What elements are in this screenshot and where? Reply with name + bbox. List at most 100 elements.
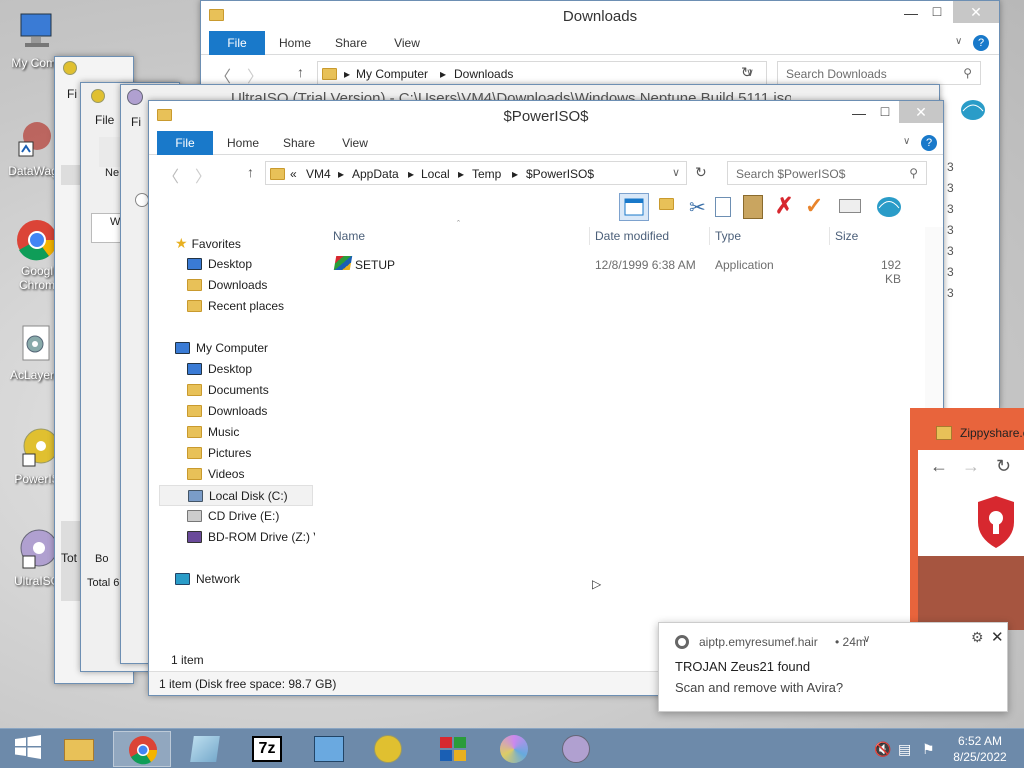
nav-bd-drive[interactable]: BD-ROM Drive (Z:) V — [187, 527, 315, 548]
folder-options-icon[interactable] — [659, 197, 680, 211]
chevron-down-icon[interactable]: ∨ — [863, 634, 870, 645]
chevron-down-icon[interactable]: ∨ — [955, 36, 962, 47]
delete-icon[interactable]: ✗ — [775, 193, 793, 219]
menu-file[interactable]: Fi — [131, 115, 141, 129]
nav-cd-drive[interactable]: CD Drive (E:) — [187, 506, 279, 527]
column-header-name[interactable]: Name — [333, 229, 365, 243]
shell-icon[interactable] — [875, 193, 905, 224]
search-input[interactable]: Search $PowerISO$ ⚲ — [727, 161, 927, 185]
tab-home[interactable]: Home — [223, 131, 263, 155]
address-bar[interactable]: ▸ My Computer ▸ Downloads ∨ — [317, 61, 767, 85]
back-arrow-icon[interactable]: ← — [930, 456, 948, 477]
taskbar-ultraiso[interactable] — [548, 731, 606, 767]
taskbar-windows-app[interactable] — [424, 731, 482, 767]
back-arrow-icon[interactable]: 〈 — [163, 163, 179, 187]
tab-share[interactable]: Share — [331, 31, 371, 55]
address-bar[interactable]: « VM4 ▸ AppData ▸ Local ▸ Temp ▸ $PowerI… — [265, 161, 687, 185]
browser-window[interactable]: Zippyshare.c ← → ↻ — [910, 408, 1024, 630]
breadcrumb-item[interactable]: Local — [421, 167, 450, 181]
up-arrow-icon[interactable]: ↑ — [297, 64, 304, 80]
nav-fav-recent[interactable]: Recent places — [187, 296, 284, 317]
breadcrumb-item[interactable]: Downloads — [454, 67, 513, 81]
forward-arrow-icon[interactable]: 〉 — [195, 163, 211, 187]
taskbar-chrome[interactable] — [113, 731, 171, 767]
menu-file[interactable]: Fi — [67, 87, 77, 101]
nav-favorites[interactable]: ★ Favorites — [175, 233, 241, 254]
nav-videos[interactable]: Videos — [187, 464, 244, 485]
breadcrumb-item[interactable]: VM4 — [306, 167, 331, 181]
properties-icon[interactable] — [839, 199, 861, 213]
nav-my-computer[interactable]: My Computer — [175, 338, 268, 359]
tab-home[interactable]: Home — [275, 31, 315, 55]
refresh-icon[interactable]: ↻ — [695, 164, 707, 181]
taskbar-file-explorer[interactable] — [50, 731, 108, 767]
column-divider — [829, 227, 830, 245]
nav-pictures[interactable]: Pictures — [187, 443, 251, 464]
breadcrumb-item[interactable]: My Computer — [356, 67, 428, 81]
paste-icon[interactable] — [743, 195, 763, 219]
tab-view[interactable]: View — [337, 131, 373, 155]
search-input[interactable]: Search Downloads ⚲ — [777, 61, 981, 85]
close-button[interactable]: ✕ — [953, 1, 999, 23]
help-icon[interactable]: ? — [973, 35, 989, 51]
breadcrumb-overflow[interactable]: « — [290, 167, 297, 181]
nav-music[interactable]: Music — [187, 422, 239, 443]
clock[interactable]: 6:52 AM 8/25/2022 — [950, 733, 1010, 765]
checkmark-icon[interactable]: ✓ — [805, 193, 823, 219]
column-header-size[interactable]: Size — [835, 229, 858, 243]
nav-desktop[interactable]: Desktop — [187, 359, 252, 380]
tab-view[interactable]: View — [389, 31, 425, 55]
taskbar-burn-app[interactable] — [486, 731, 544, 767]
close-button[interactable]: ✕ — [899, 101, 943, 123]
preview-pane-icon[interactable] — [619, 193, 649, 221]
table-row[interactable]: SETUP 12/8/1999 6:38 AM Application 192 … — [331, 253, 931, 286]
taskbar-notepad[interactable] — [176, 731, 234, 767]
help-icon[interactable]: ? — [921, 135, 937, 151]
nav-downloads[interactable]: Downloads — [187, 401, 267, 422]
drive-icon — [188, 490, 203, 502]
column-header-type[interactable]: Type — [715, 229, 741, 243]
close-icon[interactable]: ✕ — [991, 628, 1004, 646]
maximize-button[interactable]: □ — [875, 103, 895, 119]
gear-icon[interactable]: ⚙ — [971, 629, 984, 646]
tab-file[interactable]: File — [157, 131, 213, 155]
title-bar[interactable]: $PowerISO$ — □ ✕ — [149, 101, 943, 131]
menu-file[interactable]: File — [95, 113, 114, 127]
column-header-date[interactable]: Date modified — [595, 229, 669, 243]
copy-icon[interactable] — [715, 197, 731, 217]
up-arrow-icon[interactable]: ↑ — [247, 164, 254, 180]
tab-share[interactable]: Share — [279, 131, 319, 155]
folder-icon — [187, 447, 202, 459]
minimize-button[interactable]: — — [901, 5, 921, 21]
taskbar-7zip[interactable]: 7z — [238, 731, 296, 767]
reload-icon[interactable]: ↻ — [996, 456, 1011, 477]
breadcrumb-item[interactable]: $PowerISO$ — [526, 167, 594, 181]
flag-alert-icon[interactable]: ⚑ — [922, 741, 935, 758]
poweriso-window[interactable]: $PowerISO$ — □ ✕ File Home Share View ∨ … — [148, 100, 944, 696]
tab-file[interactable]: File — [209, 31, 265, 55]
taskbar-poweriso[interactable] — [360, 731, 418, 767]
network-icon[interactable]: ▤ — [898, 741, 911, 758]
nav-network[interactable]: Network — [175, 569, 240, 590]
tree-item[interactable]: W — [110, 216, 120, 228]
taskbar-control-panel[interactable] — [300, 731, 358, 767]
breadcrumb-item[interactable]: Temp — [472, 167, 501, 181]
notification-toast[interactable]: aiptp.emyresumef.hair • 24m ∨ ⚙ ✕ TROJAN… — [658, 622, 1008, 712]
start-button[interactable] — [15, 735, 43, 759]
folder-icon — [187, 300, 202, 312]
volume-muted-icon[interactable]: 🔇 — [874, 741, 891, 758]
maximize-button[interactable]: □ — [927, 3, 947, 19]
minimize-button[interactable]: — — [849, 105, 869, 121]
cut-icon[interactable]: ✂ — [689, 195, 706, 220]
nav-local-disk[interactable]: Local Disk (C:) — [159, 485, 313, 506]
breadcrumb-item[interactable]: AppData — [352, 167, 399, 181]
title-bar[interactable]: Downloads — □ ✕ — [201, 1, 999, 31]
forward-arrow-icon[interactable]: → — [962, 456, 980, 477]
browser-tab-title[interactable]: Zippyshare.c — [960, 426, 1024, 440]
refresh-icon[interactable]: ↻ — [741, 64, 753, 81]
nav-documents[interactable]: Documents — [187, 380, 269, 401]
nav-fav-desktop[interactable]: Desktop — [187, 254, 252, 275]
chevron-down-icon[interactable]: ∨ — [672, 166, 680, 179]
chevron-down-icon[interactable]: ∨ — [903, 136, 910, 147]
nav-fav-downloads[interactable]: Downloads — [187, 275, 267, 296]
